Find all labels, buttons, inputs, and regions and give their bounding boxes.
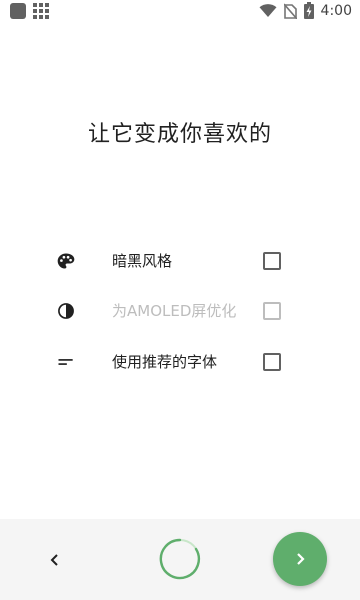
page-title: 让它变成你喜欢的 [87,122,272,147]
no-sim-icon [283,2,297,19]
back-button[interactable] [44,549,66,571]
option-recommended-font[interactable]: 使用推荐的字体 [0,342,360,382]
amoled-checkbox [263,302,281,320]
next-button[interactable] [273,532,327,586]
option-amoled: 为AMOLED屏优化 [0,291,360,331]
dark-theme-checkbox[interactable] [263,252,281,270]
contrast-icon [58,303,74,319]
option-dark-theme[interactable]: 暗黑风格 [0,241,360,281]
bottom-navigation-bar [0,519,360,600]
battery-charging-icon [303,2,314,19]
option-label: 使用推荐的字体 [112,353,218,371]
option-label: 暗黑风格 [112,252,173,270]
progress-ring-icon [159,538,201,580]
app-notification-icon [10,3,26,19]
option-label: 为AMOLED屏优化 [112,302,237,320]
onboarding-screen: 4:00 让它变成你喜欢的 暗黑风格 为AMOLED屏优化 使用推荐的字体 [0,0,360,600]
short-text-icon [58,359,73,365]
chevron-right-icon [297,553,305,565]
clock-time: 4:00 [320,2,352,19]
grid-notification-icon [33,3,49,19]
status-bar: 4:00 [0,0,360,24]
palette-icon [57,253,75,269]
recommended-font-checkbox[interactable] [263,353,281,371]
status-bar-left [10,3,49,19]
wifi-icon [259,3,277,17]
chevron-left-icon [50,554,58,566]
status-bar-right: 4:00 [259,2,352,19]
